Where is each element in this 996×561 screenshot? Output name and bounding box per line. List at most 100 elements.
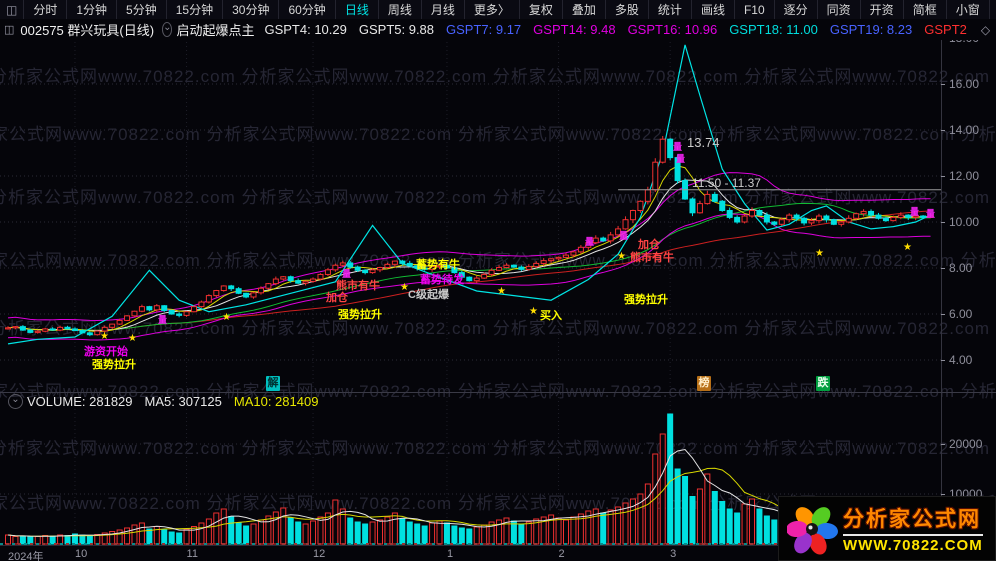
indicator-value: GSPT2 bbox=[924, 22, 967, 37]
time-axis-label: 1 bbox=[446, 548, 454, 560]
indicator-value: VOLUME: 281829 bbox=[27, 394, 133, 409]
chart-annotation: 熊市有牛 bbox=[630, 252, 674, 264]
logo-title: 分析家公式网 bbox=[843, 508, 981, 531]
menu-item[interactable]: 更多〉 bbox=[463, 0, 519, 19]
star-signal-marker: ★ bbox=[222, 312, 231, 323]
indicator-value: GSPT7: 9.17 bbox=[446, 22, 522, 37]
indicator-value: GSPT5: 9.88 bbox=[358, 22, 435, 37]
menu-item[interactable]: 分时 bbox=[23, 0, 66, 19]
indicator-value: GSPT18: 11.00 bbox=[729, 22, 818, 37]
price-axis-label: 16.00 bbox=[949, 77, 980, 91]
indicator-value: GSPT19: 8.23 bbox=[829, 22, 913, 37]
indicator-value: MA5: 307125 bbox=[144, 394, 222, 409]
volume-signal-marker: 量 bbox=[158, 315, 168, 325]
top-menu-bar: ◫ 分时 1分钟 5分钟 15分钟 30分钟 60分钟 日线 周线 月线 更多〉 复权 叠加 多股 统计… bbox=[0, 0, 996, 20]
time-axis-label: 2 bbox=[558, 548, 565, 560]
price-axis-label: 12.00 bbox=[949, 169, 980, 183]
diamond-icon[interactable]: ◇ bbox=[981, 23, 990, 37]
volume-signal-marker: 量 bbox=[342, 269, 352, 279]
menu-right: 复权叠加多股统计画线F10逐分同资开资简框小窗标记+自选返回 bbox=[518, 0, 996, 19]
axis-border bbox=[941, 28, 942, 545]
gspt-fields-left: GSPT4: 10.29 GSPT5: 9.88 GSPT7: 9.17 GSPT14… bbox=[264, 22, 729, 37]
menu-item[interactable]: F10 bbox=[733, 0, 774, 19]
indicator-name: 启动起爆点主 bbox=[176, 23, 255, 38]
time-axis-label: 12 bbox=[313, 548, 326, 560]
star-signal-marker: ★ bbox=[617, 251, 626, 262]
indicator-dropdown-icon[interactable]: ⌄ bbox=[162, 22, 173, 37]
price-axis-label: 10.00 bbox=[949, 215, 980, 229]
volume-axis-label: 20000 bbox=[949, 437, 983, 451]
volume-dropdown-icon[interactable]: ⌄ bbox=[8, 394, 23, 409]
time-axis-label: 3 bbox=[670, 548, 677, 560]
logo-url: WWW.70822.COM bbox=[843, 534, 983, 554]
pane-divider bbox=[0, 392, 996, 393]
split-window-icon[interactable]: ◫ bbox=[992, 23, 996, 36]
price-axis-label: 8.00 bbox=[949, 261, 973, 275]
menu-item[interactable]: 复权 bbox=[518, 0, 562, 19]
time-axis-label: 2024年 bbox=[8, 551, 44, 561]
stock-info-bar: ◫ 002575 群兴玩具(日线) ⌄ 启动起爆点主 GSPT4: 10.29 G… bbox=[0, 19, 996, 40]
volume-signal-marker: 量 bbox=[926, 209, 936, 219]
stock-app-window: ◫ 分时 1分钟 5分钟 15分钟 30分钟 60分钟 日线 周线 月线 更多〉 复权 叠加 多股 统计… bbox=[0, 0, 996, 561]
menu-item[interactable]: 叠加 bbox=[561, 0, 605, 19]
gspt-fields-right: GSPT18: 11.00 GSPT19: 8.23 GSPT2 bbox=[729, 22, 979, 37]
star-signal-marker: ★ bbox=[128, 333, 137, 344]
star-signal-marker: ★ bbox=[497, 286, 506, 297]
menu-item[interactable]: 简框 bbox=[902, 0, 946, 19]
star-signal-marker: ★ bbox=[815, 248, 824, 259]
menu-item[interactable]: 小窗 bbox=[945, 0, 989, 19]
volume-signal-marker: 量 bbox=[619, 231, 629, 241]
menu-item[interactable]: 30分钟 bbox=[222, 0, 278, 19]
menu-item[interactable]: 1分钟 bbox=[66, 0, 116, 19]
chart-annotation: 买入 bbox=[540, 310, 562, 322]
chart-annotation: 13.74 bbox=[687, 135, 720, 150]
menu-item[interactable]: 标记 bbox=[988, 0, 996, 19]
menu-item[interactable]: 60分钟 bbox=[278, 0, 334, 19]
menu-item[interactable]: 月线 bbox=[420, 0, 464, 19]
star-signal-marker: ★ bbox=[400, 282, 409, 293]
star-signal-marker: ★ bbox=[529, 306, 538, 317]
candlestick-chart[interactable] bbox=[0, 30, 941, 393]
indicator-value: MA10: 281409 bbox=[233, 394, 319, 409]
indicator-value: GSPT16: 10.96 bbox=[627, 22, 718, 37]
chart-tool-badge[interactable]: 解 bbox=[266, 376, 280, 391]
menu-item[interactable]: 多股 bbox=[604, 0, 648, 19]
volume-signal-marker: 量 bbox=[585, 237, 595, 247]
menu-item[interactable]: 统计 bbox=[647, 0, 691, 19]
time-axis-label: 11 bbox=[186, 548, 198, 560]
price-axis-label: 4.00 bbox=[949, 353, 973, 367]
chart-annotation: 强势拉升 bbox=[92, 359, 136, 371]
site-logo: 分析家公式网 WWW.70822.COM bbox=[778, 496, 996, 561]
price-axis-label: 14.00 bbox=[949, 123, 980, 137]
menu-item[interactable]: 日线 bbox=[334, 0, 378, 19]
volume-header: ⌄ VOLUME: 281829 MA5: 307125 MA10: 281409 bbox=[4, 394, 330, 409]
menu-item[interactable]: 同资 bbox=[816, 0, 860, 19]
chart-annotation: 加仓 bbox=[326, 292, 348, 304]
chart-tool-badge[interactable]: 跌 bbox=[816, 376, 830, 391]
indicator-value: GSPT14: 9.48 bbox=[533, 22, 616, 37]
star-signal-marker: ★ bbox=[903, 242, 912, 253]
stock-title: 002575 群兴玩具(日线) bbox=[20, 23, 155, 38]
menu-item[interactable]: 开资 bbox=[859, 0, 903, 19]
star-signal-marker: ★ bbox=[100, 331, 109, 342]
menu-left: 分时 1分钟 5分钟 15分钟 30分钟 60分钟 日线 周线 月线 更多〉 bbox=[23, 0, 519, 19]
volume-signal-marker: 量 bbox=[676, 154, 686, 164]
indicator-value: GSPT4: 10.29 bbox=[264, 22, 347, 37]
menu-item[interactable]: 15分钟 bbox=[165, 0, 222, 19]
menu-item[interactable]: 5分钟 bbox=[116, 0, 166, 19]
volume-fields: VOLUME: 281829 MA5: 307125 MA10: 281409 bbox=[27, 394, 330, 409]
window-layout-icon[interactable]: ◫ bbox=[0, 3, 23, 17]
chart-annotation: 11.50 - 11.37 bbox=[692, 176, 761, 190]
chart-annotation: 强势拉升 bbox=[338, 309, 382, 321]
chart-pane-icon[interactable]: ◫ bbox=[0, 23, 18, 36]
price-axis-label: 6.00 bbox=[949, 307, 973, 321]
flower-logo-icon bbox=[787, 506, 838, 555]
chart-tool-badge[interactable]: 榜 bbox=[697, 376, 711, 391]
chart-annotation: 蓄势待发 bbox=[420, 274, 464, 286]
menu-item[interactable]: 周线 bbox=[377, 0, 421, 19]
chart-annotation: C级起爆 bbox=[408, 289, 449, 301]
menu-item[interactable]: 画线 bbox=[690, 0, 734, 19]
time-axis-label: 10 bbox=[74, 548, 88, 560]
menu-item[interactable]: 逐分 bbox=[773, 0, 817, 19]
volume-signal-marker: 量 bbox=[910, 207, 920, 217]
